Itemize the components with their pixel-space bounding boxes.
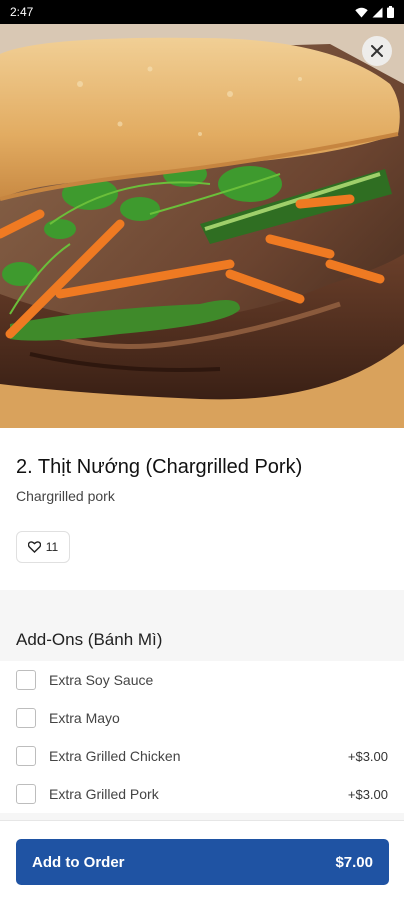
addon-option[interactable]: Extra Grilled Chicken +$3.00 <box>0 737 404 775</box>
item-description: Chargrilled pork <box>16 488 115 504</box>
addon-price: +$3.00 <box>347 748 388 764</box>
item-title: 2. Thịt Nướng (Chargrilled Pork) <box>16 456 303 478</box>
addon-checkbox[interactable] <box>16 746 36 766</box>
addons-list: Extra Soy Sauce Extra Mayo Extra Grilled… <box>0 661 404 813</box>
order-total: $7.00 <box>335 853 373 871</box>
addon-label: Extra Mayo <box>49 710 120 726</box>
addons-header: Add-Ons (Bánh Mì) <box>16 630 163 649</box>
wifi-icon <box>355 7 368 17</box>
banh-mi-photo <box>0 24 404 428</box>
add-to-order-label: Add to Order <box>32 853 125 871</box>
addon-option[interactable]: Extra Grilled Pork +$3.00 <box>0 775 404 813</box>
heart-icon <box>27 541 41 553</box>
close-icon <box>371 45 383 57</box>
addon-option[interactable]: Extra Mayo <box>0 699 404 737</box>
status-icons <box>355 6 394 18</box>
cell-signal-icon <box>372 7 383 17</box>
like-count: 11 <box>45 540 59 554</box>
addon-label: Extra Soy Sauce <box>49 672 154 688</box>
addons-section: Add-Ons (Bánh Mì) Extra Soy Sauce Extra … <box>0 590 404 820</box>
status-time: 2:47 <box>10 5 34 19</box>
add-to-order-button[interactable]: Add to Order $7.00 <box>16 839 389 885</box>
addon-price: +$3.00 <box>347 786 388 802</box>
addon-checkbox[interactable] <box>16 670 36 690</box>
item-photo <box>0 24 404 428</box>
addon-label: Extra Grilled Pork <box>49 786 159 802</box>
addon-checkbox[interactable] <box>16 708 36 728</box>
battery-icon <box>387 6 394 18</box>
addon-option[interactable]: Extra Soy Sauce <box>0 661 404 699</box>
close-button[interactable] <box>362 36 392 66</box>
bottom-bar: Add to Order $7.00 <box>0 820 404 900</box>
addon-label: Extra Grilled Chicken <box>49 748 181 764</box>
status-bar: 2:47 <box>0 0 404 24</box>
item-info: 2. Thịt Nướng (Chargrilled Pork) Chargri… <box>16 455 388 504</box>
addon-checkbox[interactable] <box>16 784 36 804</box>
like-button[interactable]: 11 <box>16 531 70 563</box>
